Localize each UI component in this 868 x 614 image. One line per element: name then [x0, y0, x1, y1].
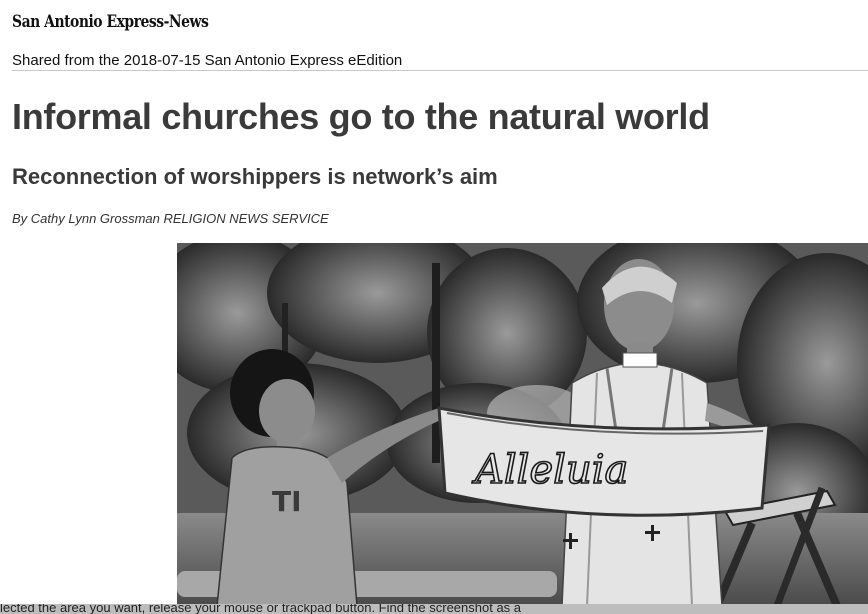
- article-headline: Informal churches go to the natural worl…: [12, 96, 710, 137]
- shirt-graphic: TI: [272, 485, 302, 518]
- screenshot-instruction-bar: lected the area you want, release your m…: [0, 604, 868, 614]
- banner-lettering: Alleluia: [471, 447, 628, 493]
- article-page: San Antonio Express-News Shared from the…: [0, 0, 868, 614]
- masthead-logo[interactable]: San Antonio Express-News: [12, 12, 209, 32]
- shared-edition-line: Shared from the 2018-07-15 San Antonio E…: [12, 52, 403, 69]
- article-photo: TI Alleluia: [177, 243, 868, 606]
- screenshot-instruction-text: lected the area you want, release your m…: [0, 604, 522, 614]
- divider-rule: [12, 70, 868, 71]
- article-subheadline: Reconnection of worshippers is network’s…: [12, 164, 498, 189]
- article-byline: By Cathy Lynn Grossman RELIGION NEWS SER…: [12, 211, 329, 226]
- photo-illustration: TI Alleluia: [177, 243, 868, 606]
